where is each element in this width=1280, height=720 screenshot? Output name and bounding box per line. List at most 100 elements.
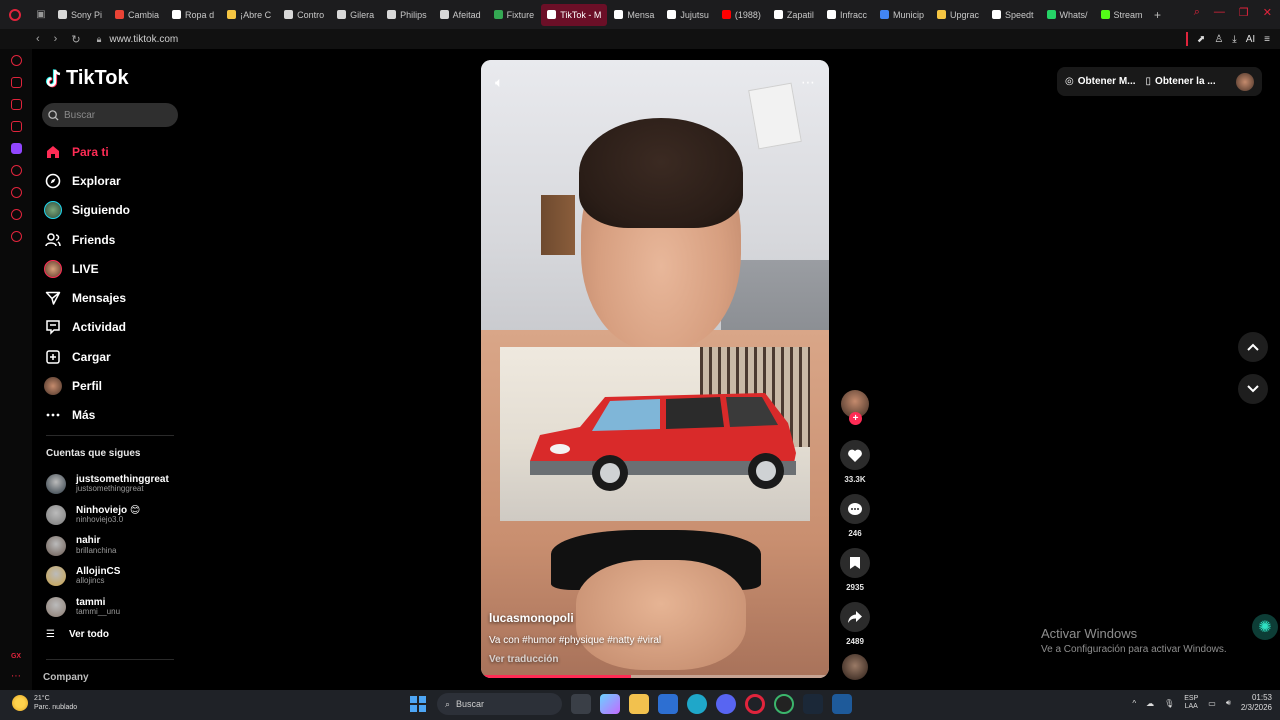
video-author[interactable]: lucasmonopoli: [489, 611, 809, 625]
browser-tab[interactable]: Fixture: [488, 4, 541, 26]
search-tabs-icon[interactable]: ⌕: [1194, 6, 1200, 19]
get-coins-button[interactable]: ◎ Obtener M...: [1065, 76, 1136, 87]
twitch-icon[interactable]: [10, 143, 22, 154]
taskbar-search[interactable]: ⌕ Buscar: [437, 693, 562, 715]
sidebar-item-actividad[interactable]: Actividad: [44, 313, 188, 342]
following-account[interactable]: Ninhoviejo 😊 ninhoviejo3.0: [46, 500, 186, 531]
sidebar-item-mensajes[interactable]: Mensajes: [44, 283, 188, 312]
messenger-icon[interactable]: [10, 99, 22, 110]
language-indicator[interactable]: ESP LAA: [1184, 695, 1198, 712]
sidebar-more-icon[interactable]: ⋯: [11, 671, 21, 682]
previous-video-button[interactable]: [1238, 332, 1268, 362]
gmail-icon[interactable]: [10, 121, 22, 132]
save-action[interactable]: 2935: [840, 548, 870, 592]
share-icon[interactable]: ⬈: [1197, 34, 1205, 45]
browser-tab[interactable]: Zapatil: [768, 4, 820, 26]
company-link[interactable]: Company: [43, 672, 89, 683]
aria-icon[interactable]: [10, 55, 22, 66]
player-icon[interactable]: [10, 165, 22, 176]
see-translation-link[interactable]: Ver traducción: [489, 654, 809, 665]
easy-setup-icon[interactable]: ≡: [1264, 34, 1270, 45]
minimize-button[interactable]: —: [1214, 6, 1225, 19]
forward-button[interactable]: ›: [54, 33, 58, 46]
copilot-icon[interactable]: [600, 694, 620, 714]
tray-overflow-icon[interactable]: ^: [1132, 699, 1136, 708]
edge-icon[interactable]: [687, 694, 707, 714]
maximize-button[interactable]: ❐: [1239, 6, 1249, 19]
following-account[interactable]: justsomethinggreat justsomethinggreat: [46, 469, 186, 500]
sound-disc-avatar[interactable]: [842, 654, 868, 680]
clock[interactable]: 01:53 2/3/2026: [1241, 693, 1272, 714]
like-action[interactable]: 33.3K: [840, 440, 870, 484]
sidebar-item-cargar[interactable]: Cargar: [44, 342, 188, 371]
sidebar-item-perfil[interactable]: Perfil: [44, 371, 188, 400]
weather-widget[interactable]: 21°C Parc. nublado: [12, 694, 77, 712]
share-action[interactable]: 2489: [840, 602, 870, 646]
shopping-icon[interactable]: [10, 77, 22, 88]
browser-tab[interactable]: Upgrac: [931, 4, 985, 26]
browser-tab[interactable]: Whats/: [1041, 4, 1094, 26]
onedrive-icon[interactable]: ☁: [1146, 699, 1154, 708]
back-button[interactable]: ‹: [36, 33, 40, 46]
volume-icon[interactable]: 🔈︎: [495, 74, 503, 91]
settings-icon[interactable]: [10, 231, 22, 242]
sidebar-item-m-s[interactable]: Más: [44, 401, 188, 430]
gx-icon[interactable]: GX: [11, 653, 21, 660]
aria-ai-button[interactable]: AI: [1246, 34, 1255, 45]
history-icon[interactable]: [10, 187, 22, 198]
following-account[interactable]: AllojinCS allojincs: [46, 561, 186, 592]
video-more-icon[interactable]: ⋯: [801, 74, 815, 91]
account-icon[interactable]: ♙: [1214, 34, 1223, 45]
browser-tab[interactable]: Ropa d: [166, 4, 220, 26]
volume-icon[interactable]: 🔊︎: [1226, 698, 1231, 708]
browser-tab[interactable]: Mensa: [608, 4, 660, 26]
video-player[interactable]: 🔈︎ ⋯ lucasmonopoli Va con #humor #physiq…: [481, 60, 829, 678]
browser-tab[interactable]: Speedt: [986, 4, 1040, 26]
steam-icon[interactable]: [803, 694, 823, 714]
download-icon[interactable]: ⤓: [1232, 34, 1236, 45]
store-icon[interactable]: [658, 694, 678, 714]
browser-tab[interactable]: Stream: [1095, 4, 1149, 26]
search-box[interactable]: [42, 103, 178, 127]
workspaces-icon[interactable]: ▣: [30, 9, 52, 20]
browser-tab[interactable]: Philips: [381, 4, 433, 26]
user-avatar[interactable]: [1236, 72, 1254, 91]
start-button[interactable]: [408, 694, 428, 714]
browser-tab[interactable]: TikTok - M: [541, 3, 608, 26]
search-input[interactable]: [64, 109, 174, 121]
opera-menu-button[interactable]: [0, 0, 30, 29]
browser-tab[interactable]: Sony Pi: [52, 4, 108, 26]
app-icon[interactable]: [832, 694, 852, 714]
floating-chatgpt-icon[interactable]: ✺: [1252, 614, 1278, 640]
file-explorer-icon[interactable]: [629, 694, 649, 714]
sidebar-item-explorar[interactable]: Explorar: [44, 166, 188, 195]
get-app-button[interactable]: ▯ Obtener la ...: [1146, 76, 1216, 87]
sidebar-item-siguiendo[interactable]: Siguiendo: [44, 196, 188, 225]
browser-tab[interactable]: Cambia: [109, 4, 165, 26]
follow-plus-icon[interactable]: +: [849, 412, 862, 425]
following-account[interactable]: tammi tammi__unu: [46, 592, 186, 623]
sidebar-item-friends[interactable]: Friends: [44, 225, 188, 254]
opera-gx-icon[interactable]: [745, 694, 765, 714]
browser-tab[interactable]: (1988): [716, 4, 767, 26]
comment-action[interactable]: 246: [840, 494, 870, 538]
browser-tab[interactable]: Jujutsu: [661, 4, 715, 26]
close-window-button[interactable]: ✕: [1263, 6, 1272, 19]
microphone-icon[interactable]: 🎙︎: [1164, 699, 1174, 708]
display-icon[interactable]: ▭: [1208, 699, 1216, 708]
task-view-icon[interactable]: [571, 694, 591, 714]
discord-icon[interactable]: [716, 694, 736, 714]
browser-tab[interactable]: Municip: [874, 4, 930, 26]
pinboard-icon[interactable]: [10, 209, 22, 220]
see-all-button[interactable]: ☰ Ver todo: [46, 629, 109, 640]
reload-button[interactable]: ↻: [71, 33, 80, 46]
new-tab-button[interactable]: +: [1149, 8, 1167, 22]
creator-avatar[interactable]: +: [841, 390, 869, 425]
browser-tab[interactable]: ¡Abre C: [221, 4, 277, 26]
video-progress-bar[interactable]: [481, 675, 829, 678]
sidebar-item-para-ti[interactable]: Para ti: [44, 137, 188, 166]
chrome-icon[interactable]: [774, 694, 794, 714]
next-video-button[interactable]: [1238, 374, 1268, 404]
browser-tab[interactable]: Gilera: [331, 4, 380, 26]
browser-tab[interactable]: Contro: [278, 4, 330, 26]
